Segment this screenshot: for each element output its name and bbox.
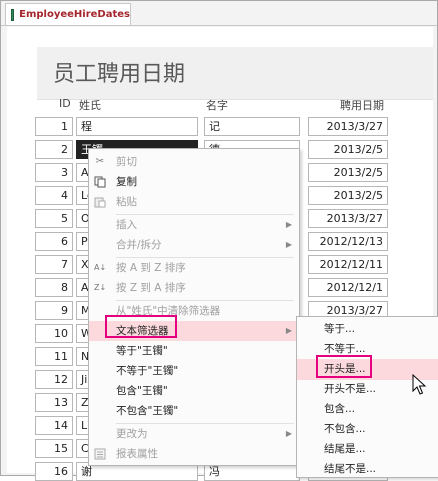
menu-item-equals-value[interactable]: 等于"王镯"	[89, 341, 299, 361]
copy-icon	[94, 176, 106, 188]
menu-item-copy-label: 复制	[116, 176, 137, 188]
callout-begins-with	[316, 355, 372, 378]
menu-item-properties-label: 报表属性	[116, 448, 158, 460]
id-field[interactable]: 5	[35, 209, 73, 228]
sort-ascending-icon: A↓	[94, 263, 107, 272]
menu-item-sort-ascending-label: 按 A 到 Z 排序	[116, 262, 186, 274]
menu-item-merge-split[interactable]: 合并/拆分 ▶	[89, 235, 299, 255]
menu-item-merge-split-label: 合并/拆分	[116, 239, 162, 251]
menu-item-contains-value-label: 包含"王镯"	[116, 385, 168, 397]
hire-date-field[interactable]: 2013/3/27	[308, 117, 388, 136]
menu-item-cut-label: 剪切	[116, 156, 137, 168]
submenu-item-not-contains[interactable]: 不包含...	[297, 419, 438, 440]
id-field[interactable]: 15	[35, 439, 73, 458]
document-tab-bar: EmployeeHireDates	[1, 1, 437, 26]
id-field[interactable]: 16	[35, 462, 73, 481]
menu-item-not-contains-value[interactable]: 不包含"王镯"	[89, 401, 299, 421]
column-header-given-name: 名字	[206, 99, 228, 112]
hire-date-field[interactable]: 2012/12/13	[308, 232, 388, 251]
menu-item-not-contains-value-label: 不包含"王镯"	[116, 405, 179, 417]
column-header-surname: 姓氏	[79, 99, 101, 112]
id-field[interactable]: 12	[35, 370, 73, 389]
menu-item-sort-ascending[interactable]: A↓ 按 A 到 Z 排序	[89, 258, 299, 278]
menu-item-sort-descending[interactable]: Z↓ 按 Z 到 A 排序	[89, 278, 299, 298]
callout-text-filters	[105, 315, 177, 338]
id-field[interactable]: 7	[35, 255, 73, 274]
menu-item-equals-value-label: 等于"王镯"	[116, 345, 168, 357]
id-field[interactable]: 14	[35, 416, 73, 435]
menu-item-insert[interactable]: 插入 ▶	[89, 215, 299, 235]
submenu-item-not-contains-label: 不包含...	[324, 423, 366, 435]
submenu-item-equals-label: 等于...	[324, 323, 356, 335]
scissors-icon: ✂	[95, 156, 105, 167]
column-header-id: ID	[59, 97, 71, 110]
menu-item-not-equals-value-label: 不等于"王镯"	[116, 365, 179, 377]
properties-icon	[94, 448, 106, 460]
submenu-item-not-begins-with-label: 开头不是...	[324, 383, 377, 395]
menu-item-sort-descending-label: 按 Z 到 A 排序	[116, 282, 186, 294]
column-header-hire-date: 聘用日期	[340, 99, 384, 112]
id-field[interactable]: 8	[35, 278, 73, 297]
submenu-item-ends-with[interactable]: 结尾是...	[297, 439, 438, 460]
hire-date-field[interactable]: 2013/2/5	[308, 163, 388, 182]
surname-field[interactable]: 程	[76, 117, 198, 136]
report-icon	[11, 8, 21, 21]
menu-item-insert-label: 插入	[116, 219, 137, 231]
submenu-item-not-ends-with-label: 结尾不是...	[324, 463, 377, 475]
mouse-pointer-icon	[412, 374, 427, 395]
id-field[interactable]: 6	[35, 232, 73, 251]
menu-item-change-to-label: 更改为	[116, 428, 148, 440]
menu-item-copy[interactable]: 复制	[89, 172, 299, 192]
id-field[interactable]: 13	[35, 393, 73, 412]
menu-item-properties[interactable]: 报表属性	[89, 444, 299, 464]
hire-date-field[interactable]: 2013/2/5	[308, 140, 388, 159]
hire-date-field[interactable]: 2012/12/1	[308, 278, 388, 297]
id-field[interactable]: 1	[35, 117, 73, 136]
given-name-field[interactable]: 记	[204, 117, 300, 136]
id-field[interactable]: 3	[35, 163, 73, 182]
submenu-item-not-ends-with[interactable]: 结尾不是...	[297, 459, 438, 480]
submenu-item-ends-with-label: 结尾是...	[324, 443, 366, 455]
page-title: 员工聘用日期	[53, 62, 186, 87]
menu-item-not-equals-value[interactable]: 不等于"王镯"	[89, 361, 299, 381]
submenu-arrow-icon: ▶	[285, 326, 292, 335]
id-field[interactable]: 10	[35, 324, 73, 343]
sort-descending-icon: Z↓	[94, 283, 107, 292]
id-field[interactable]: 9	[35, 301, 73, 320]
document-tab[interactable]: EmployeeHireDates	[5, 3, 131, 25]
submenu-item-not-equals-label: 不等于...	[324, 343, 366, 355]
context-menu: ✂ 剪切 复制 粘贴 插入 ▶ 合并/拆分 ▶ A↓ 按 A 到 Z 排序 Z↓…	[88, 148, 300, 466]
submenu-item-contains[interactable]: 包含...	[297, 399, 438, 420]
menu-item-contains-value[interactable]: 包含"王镯"	[89, 381, 299, 401]
menu-item-cut[interactable]: ✂ 剪切	[89, 152, 299, 172]
document-tab-label: EmployeeHireDates	[19, 9, 130, 20]
title-band: 员工聘用日期	[37, 47, 433, 100]
hire-date-field[interactable]: 2013/2/5	[308, 186, 388, 205]
id-field[interactable]: 11	[35, 347, 73, 366]
hire-date-field[interactable]: 2012/12/11	[308, 255, 388, 274]
submenu-item-contains-label: 包含...	[324, 403, 356, 415]
id-field[interactable]: 4	[35, 186, 73, 205]
submenu-arrow-icon: ▶	[285, 240, 292, 249]
hire-date-field[interactable]: 2013/3/27	[308, 209, 388, 228]
paste-icon	[94, 196, 106, 208]
menu-item-change-to[interactable]: 更改为 ▶	[89, 424, 299, 444]
submenu-arrow-icon: ▶	[285, 220, 292, 229]
text-filters-submenu: 等于... 不等于... 开头是... 开头不是... 包含... 不包含...…	[296, 316, 438, 478]
menu-item-paste[interactable]: 粘贴	[89, 192, 299, 212]
id-field[interactable]: 2	[35, 140, 73, 159]
submenu-item-equals[interactable]: 等于...	[297, 319, 438, 340]
menu-item-paste-label: 粘贴	[116, 196, 137, 208]
submenu-arrow-icon: ▶	[285, 429, 292, 438]
